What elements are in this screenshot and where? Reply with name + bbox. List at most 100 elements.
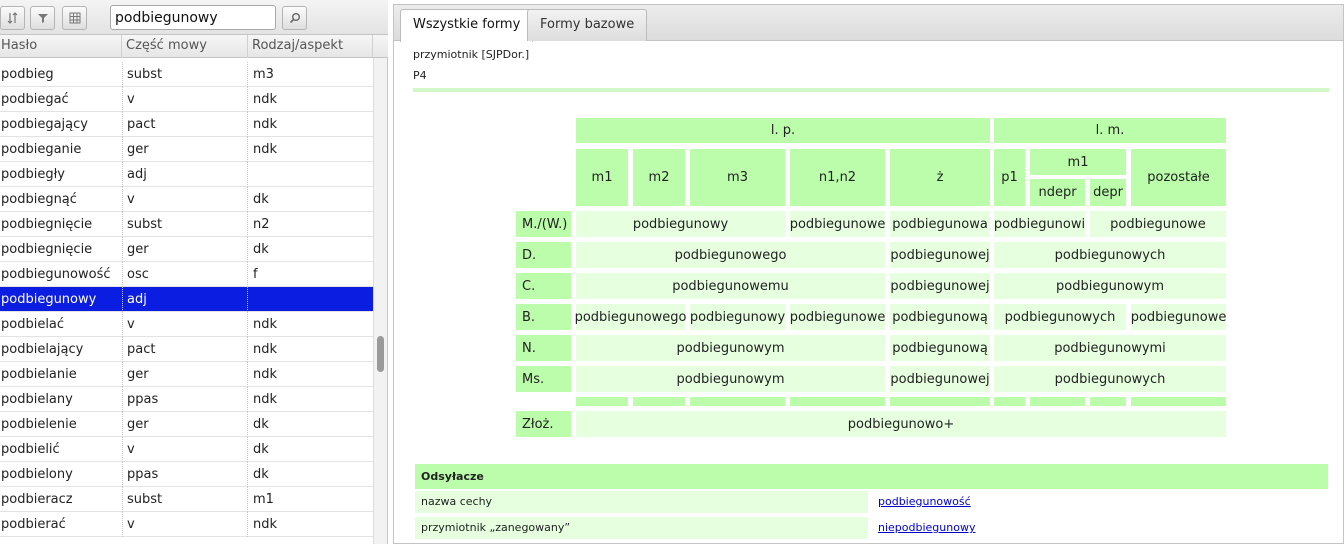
cell-czesc-mowy: adj (127, 292, 147, 307)
table-row[interactable]: podbielać v ndk (0, 312, 373, 337)
table-row[interactable]: podbiegać v ndk (0, 87, 373, 112)
form-cell: podbiegunową (890, 335, 990, 361)
cell-rodzaj (253, 287, 371, 312)
spacer-cell (1131, 397, 1226, 406)
filter-button[interactable] (30, 6, 55, 30)
search-icon (283, 12, 306, 24)
cell-czesc-mowy: v (127, 517, 135, 532)
cell-czesc-mowy: v (127, 192, 135, 207)
search-button[interactable] (282, 6, 307, 30)
header-n1n2: n1,n2 (790, 149, 885, 206)
column-separator (247, 437, 248, 462)
cell-rodzaj: dk (253, 242, 269, 257)
column-separator (122, 512, 123, 537)
cell-rodzaj: m3 (253, 67, 274, 82)
cell-rodzaj: dk (253, 467, 269, 482)
form-cell: podbiegunowej (890, 242, 990, 268)
column-separator (247, 112, 248, 137)
cell-czesc-mowy: v (127, 442, 135, 457)
table-row[interactable]: podbiegnąć v dk (0, 187, 373, 212)
table-row[interactable]: podbiegnięcie ger dk (0, 237, 373, 262)
column-separator (247, 512, 248, 537)
cell-haslo: podbieracz (1, 492, 73, 507)
sort-button[interactable] (0, 6, 25, 30)
cell-haslo: podbiegły (1, 167, 65, 182)
cell-rodzaj: ndk (253, 517, 278, 532)
cell-rodzaj: dk (253, 192, 269, 207)
reference-link[interactable]: niepodbiegunowy (878, 517, 975, 539)
form-cell: podbiegunowo+ (576, 411, 1226, 437)
cell-rodzaj: ndk (253, 117, 278, 132)
cell-czesc-mowy: v (127, 317, 135, 332)
column-separator (247, 212, 248, 237)
column-header-czesc-mowy[interactable]: Część mowy (123, 35, 248, 58)
cell-haslo: podbiegnąć (1, 192, 77, 207)
cell-czesc-mowy: adj (127, 167, 147, 182)
column-separator (122, 487, 123, 512)
table-row[interactable]: podbielany ppas ndk (0, 387, 373, 412)
table-row[interactable]: podbiegający pact ndk (0, 112, 373, 137)
cell-haslo: podbiegnięcie (1, 242, 93, 257)
column-header-rodzaj-aspekt[interactable]: Rodzaj/aspekt (248, 35, 373, 58)
form-cell: podbiegunowe (1090, 211, 1226, 237)
table-row[interactable]: podbierać v ndk (0, 512, 373, 537)
cell-czesc-mowy: ger (127, 142, 149, 157)
case-label-dative: C. (516, 273, 571, 299)
spacer-cell (1090, 397, 1126, 406)
cell-haslo: podbiegunowość (1, 267, 111, 282)
spacer-cell (1030, 397, 1085, 406)
table-row[interactable]: podbielanie ger ndk (0, 362, 373, 387)
spacer-cell (994, 397, 1025, 406)
column-separator (122, 137, 123, 162)
column-header-haslo[interactable]: Hasło (0, 35, 122, 58)
table-row[interactable]: podbieracz subst m1 (0, 487, 373, 512)
form-cell: podbiegunowej (890, 366, 990, 392)
case-label-accusative: B. (516, 304, 571, 330)
search-input[interactable] (110, 5, 276, 30)
cell-haslo: podbiegający (1, 117, 88, 132)
form-cell: podbiegunowy (690, 304, 785, 330)
table-row[interactable]: podbieg subst m3 (0, 62, 373, 87)
column-separator (247, 87, 248, 112)
reference-row: przymiotnik „zanegowany” niepodbiegunowy (415, 517, 1328, 539)
case-label-nominative: M./(W.) (516, 211, 571, 237)
cell-czesc-mowy: ppas (127, 467, 159, 482)
cell-rodzaj: ndk (253, 142, 278, 157)
cell-czesc-mowy: pact (127, 117, 156, 132)
column-separator (122, 187, 123, 212)
table-row[interactable]: podbiegły adj (0, 162, 373, 187)
entry-list-panel: Hasło Część mowy Rodzaj/aspekt podbieg su… (0, 0, 388, 544)
cell-czesc-mowy: subst (127, 67, 163, 82)
cell-rodzaj: ndk (253, 92, 278, 107)
column-separator (247, 237, 248, 262)
cell-czesc-mowy: ger (127, 367, 149, 382)
reference-link[interactable]: podbiegunowość (878, 491, 971, 513)
cell-rodzaj: f (253, 267, 258, 282)
cell-haslo: podbielenie (1, 417, 77, 432)
form-cell: podbiegunowi (994, 211, 1085, 237)
table-row[interactable]: podbiegunowość osc f (0, 262, 373, 287)
table-row[interactable]: podbieganie ger ndk (0, 137, 373, 162)
filter-icon (31, 12, 54, 24)
cell-rodzaj: m1 (253, 492, 274, 507)
cell-haslo: podbielanie (1, 367, 77, 382)
cell-haslo: podbielony (1, 467, 73, 482)
list-scrollbar[interactable] (373, 58, 387, 544)
cell-czesc-mowy: ger (127, 242, 149, 257)
cell-haslo: podbiegnięcie (1, 217, 93, 232)
table-row[interactable]: podbielenie ger dk (0, 412, 373, 437)
inflection-panel: Wszystkie formy Formy bazowe przymiotnik… (393, 4, 1344, 544)
table-row[interactable]: podbielający pact ndk (0, 337, 373, 362)
header-pozostale: pozostałe (1131, 149, 1226, 206)
cell-rodzaj: dk (253, 442, 269, 457)
table-row[interactable]: podbiegunowy adj (0, 287, 373, 312)
table-row[interactable]: podbielony ppas dk (0, 462, 373, 487)
column-separator (122, 212, 123, 237)
table-row[interactable]: podbielić v dk (0, 437, 373, 462)
form-cell: podbiegunowy (576, 211, 785, 237)
form-cell: podbiegunowym (576, 366, 885, 392)
scrollbar-thumb[interactable] (377, 336, 384, 372)
table-row[interactable]: podbiegnięcie subst n2 (0, 212, 373, 237)
columns-button[interactable] (62, 6, 87, 30)
column-separator (122, 387, 123, 412)
